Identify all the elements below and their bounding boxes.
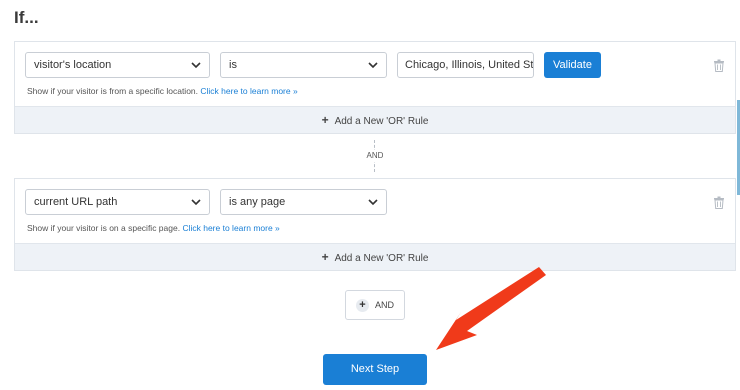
annotation-arrow-icon xyxy=(436,267,546,350)
